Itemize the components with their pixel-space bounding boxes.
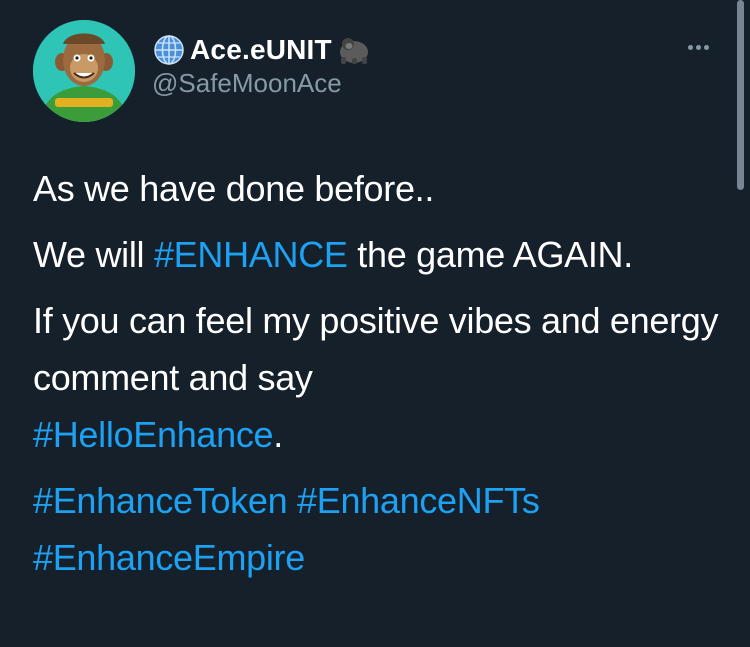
tweet-hashtags: #EnhanceToken #EnhanceNFTs #EnhanceEmpir… bbox=[33, 472, 723, 586]
display-name[interactable]: Ace.eUNIT bbox=[190, 34, 332, 66]
tweet-text-segment: We will bbox=[33, 234, 154, 275]
tweet-text-segment: As we have done before.. bbox=[33, 168, 435, 209]
tweet-text-segment: . bbox=[273, 414, 283, 455]
tweet-text-segment: If you can feel my positive vibes and en… bbox=[33, 300, 719, 398]
hashtag-link[interactable]: #HelloEnhance bbox=[33, 414, 274, 455]
hashtag-link[interactable]: #EnhanceToken bbox=[33, 480, 288, 521]
scrollbar[interactable] bbox=[737, 0, 744, 190]
hashtag-link[interactable]: #EnhanceEmpire bbox=[33, 537, 305, 578]
more-options-icon[interactable] bbox=[680, 37, 716, 57]
avatar[interactable] bbox=[33, 20, 135, 122]
tweet-card: Ace.eUNIT @SafeMoonAce As we have done b… bbox=[0, 0, 750, 647]
hashtag-link[interactable]: #EnhanceNFTs bbox=[297, 480, 540, 521]
hashtag-link[interactable]: #ENHANCE bbox=[154, 234, 348, 275]
gorilla-icon bbox=[336, 35, 372, 65]
tweet-text-segment: the game AGAIN. bbox=[347, 234, 633, 275]
tweet-line-2: We will #ENHANCE the game AGAIN. bbox=[33, 226, 723, 283]
tweet-line-3: If you can feel my positive vibes and en… bbox=[33, 292, 723, 463]
tweet-line-1: As we have done before.. bbox=[33, 160, 723, 217]
author-name-row[interactable]: Ace.eUNIT bbox=[152, 34, 372, 66]
globe-icon bbox=[152, 33, 186, 67]
tweet-text: As we have done before.. We will #ENHANC… bbox=[33, 160, 723, 595]
author-handle[interactable]: @SafeMoonAce bbox=[152, 68, 342, 99]
